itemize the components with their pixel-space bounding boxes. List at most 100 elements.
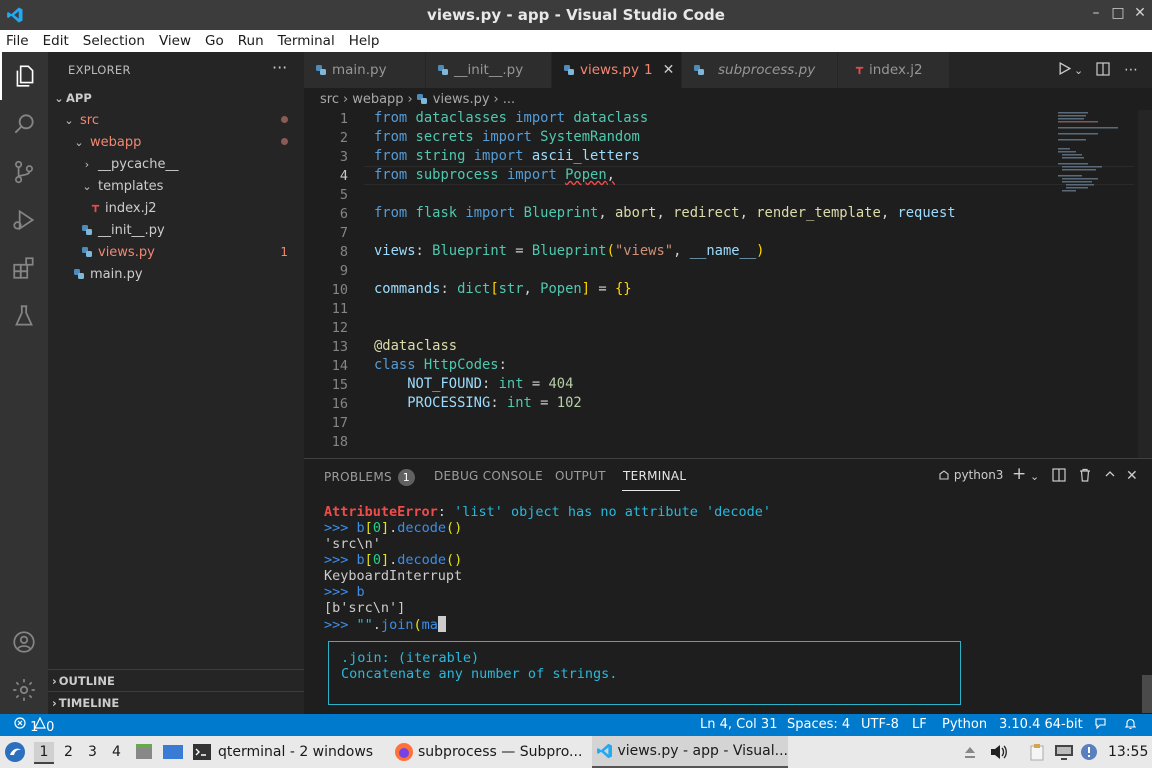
- run-debug-button[interactable]: [0, 196, 48, 244]
- manage-button[interactable]: [0, 666, 48, 714]
- tree-item-webapp[interactable]: ⌄ webapp: [48, 131, 304, 153]
- terminal-input-line[interactable]: >>> "".join(ma: [324, 616, 446, 633]
- extensions-button[interactable]: [0, 244, 48, 292]
- minimize-button[interactable]: –: [1088, 5, 1104, 21]
- minimap[interactable]: [1056, 110, 1136, 200]
- python-file-icon: [438, 65, 448, 75]
- tray-display-icon[interactable]: [1054, 736, 1074, 768]
- terminal-scrollbar[interactable]: [1142, 675, 1152, 713]
- tree-item-src[interactable]: ⌄ src: [48, 109, 304, 131]
- source-control-button[interactable]: [0, 148, 48, 196]
- tab-init-py[interactable]: __init__.py: [426, 52, 552, 88]
- panel-tab-output[interactable]: OUTPUT: [555, 469, 606, 483]
- breadcrumb-webapp[interactable]: webapp: [352, 92, 403, 107]
- terminal-profile-selector[interactable]: python3: [938, 468, 1003, 482]
- tree-item-init-py[interactable]: __init__.py: [48, 219, 304, 241]
- language-mode-status[interactable]: Python: [942, 717, 987, 732]
- python-interpreter-status[interactable]: 3.10.4 64-bit: [999, 717, 1083, 732]
- menu-view[interactable]: View: [159, 33, 191, 49]
- tree-item-views-py[interactable]: views.py 1: [48, 241, 304, 263]
- panel-tab-problems[interactable]: PROBLEMS 1: [324, 469, 415, 486]
- menu-help[interactable]: Help: [349, 33, 380, 49]
- explorer-root-folder[interactable]: ⌄ APP: [48, 87, 304, 109]
- tray-alert-icon[interactable]: [1080, 736, 1098, 768]
- indentation-status[interactable]: Spaces: 4: [787, 717, 850, 732]
- taskbar-task-vscode[interactable]: views.py - app - Visual...: [592, 736, 788, 768]
- testing-button[interactable]: [0, 292, 48, 340]
- run-python-file-button[interactable]: [1058, 61, 1072, 79]
- maximize-panel-button[interactable]: [1104, 468, 1116, 484]
- workspace-4-button[interactable]: 4: [112, 744, 121, 760]
- search-view-button[interactable]: [0, 100, 48, 148]
- problems-status-item[interactable]: 1 0: [14, 716, 54, 735]
- new-terminal-button[interactable]: +: [1012, 464, 1026, 484]
- tray-clipboard-icon[interactable]: [1028, 736, 1046, 768]
- code-line: from dataclasses import dataclass: [374, 110, 649, 126]
- show-desktop-button[interactable]: [162, 736, 184, 768]
- tab-index-j2[interactable]: index.j2: [838, 52, 950, 88]
- activity-bar: [0, 52, 48, 714]
- taskbar-task-qterminal[interactable]: qterminal - 2 windows: [192, 736, 373, 768]
- maximize-button[interactable]: □: [1110, 5, 1126, 21]
- taskbar-clock[interactable]: 13:55: [1108, 744, 1148, 760]
- tree-item-pycache[interactable]: › __pycache__: [48, 153, 304, 175]
- close-window-button[interactable]: ✕: [1132, 5, 1148, 21]
- feedback-button[interactable]: [1094, 717, 1107, 734]
- start-menu-button[interactable]: [4, 736, 26, 768]
- python-terminal-icon: [939, 470, 949, 480]
- task-label: subprocess — Subpro...: [418, 744, 583, 760]
- explorer-more-actions-button[interactable]: ···: [272, 58, 287, 77]
- menu-terminal[interactable]: Terminal: [278, 33, 335, 49]
- line-number: 18: [331, 434, 348, 450]
- workspace-3-button[interactable]: 3: [88, 744, 97, 760]
- split-editor-button[interactable]: [1096, 62, 1110, 80]
- explorer-view-button[interactable]: [0, 52, 48, 100]
- menu-run[interactable]: Run: [238, 33, 264, 49]
- split-terminal-button[interactable]: [1052, 468, 1066, 486]
- terminal-line: KeyboardInterrupt: [324, 568, 463, 584]
- tree-item-main-py[interactable]: main.py: [48, 263, 304, 285]
- outline-section-header[interactable]: › OUTLINE: [48, 669, 304, 691]
- notifications-button[interactable]: [1124, 717, 1137, 734]
- taskbar-task-firefox[interactable]: subprocess — Subpro...: [394, 736, 582, 768]
- breadcrumb-symbol[interactable]: ...: [503, 92, 515, 107]
- close-panel-button[interactable]: ✕: [1126, 468, 1138, 484]
- tray-updates-icon[interactable]: [962, 736, 978, 768]
- breadcrumb-src[interactable]: src: [320, 92, 339, 107]
- menu-edit[interactable]: Edit: [43, 33, 69, 49]
- tree-item-templates[interactable]: ⌄ templates: [48, 175, 304, 197]
- menu-selection[interactable]: Selection: [83, 33, 145, 49]
- encoding-status[interactable]: UTF-8: [861, 717, 899, 732]
- kill-terminal-button[interactable]: [1078, 468, 1092, 486]
- line-number: 11: [331, 301, 348, 317]
- split-editor-icon: [1096, 62, 1110, 76]
- file-manager-launcher[interactable]: [134, 736, 154, 768]
- code-editor[interactable]: 1 2 3 4 5 6 7 8 9 10 11 12 13 14 15 16 1…: [304, 110, 1152, 458]
- tab-main-py[interactable]: main.py: [304, 52, 426, 88]
- editor-more-actions-button[interactable]: ⋯: [1124, 62, 1138, 78]
- close-tab-icon[interactable]: ✕: [663, 62, 675, 78]
- breadcrumb-views-py[interactable]: views.py: [433, 92, 490, 107]
- line-number: 4: [339, 168, 348, 184]
- tab-views-py[interactable]: views.py 1 ✕: [552, 52, 682, 88]
- cursor-position-status[interactable]: Ln 4, Col 31: [700, 717, 777, 732]
- eol-status[interactable]: LF: [912, 717, 927, 732]
- tree-item-label: webapp: [90, 134, 142, 150]
- editor-scrollbar[interactable]: [1138, 110, 1152, 458]
- workspace-1-button[interactable]: 1: [34, 742, 54, 764]
- menu-go[interactable]: Go: [205, 33, 224, 49]
- workspace-2-button[interactable]: 2: [64, 744, 73, 760]
- tab-subprocess-py[interactable]: subprocess.py: [682, 52, 838, 88]
- timeline-section-header[interactable]: › TIMELINE: [48, 691, 304, 713]
- tree-item-index-j2[interactable]: index.j2: [48, 197, 304, 219]
- extensions-icon: [13, 257, 34, 279]
- panel-tab-terminal[interactable]: TERMINAL: [623, 469, 686, 483]
- tray-volume-icon[interactable]: [990, 736, 1008, 768]
- terminal-options-chevron-icon[interactable]: ⌄: [1030, 470, 1039, 483]
- menu-file[interactable]: File: [6, 33, 29, 49]
- run-options-chevron-icon[interactable]: ⌄: [1074, 64, 1083, 77]
- panel-tab-debug-console[interactable]: DEBUG CONSOLE: [434, 469, 543, 483]
- line-number: 10: [331, 282, 348, 298]
- line-number: 2: [339, 130, 348, 146]
- accounts-button[interactable]: [0, 618, 48, 666]
